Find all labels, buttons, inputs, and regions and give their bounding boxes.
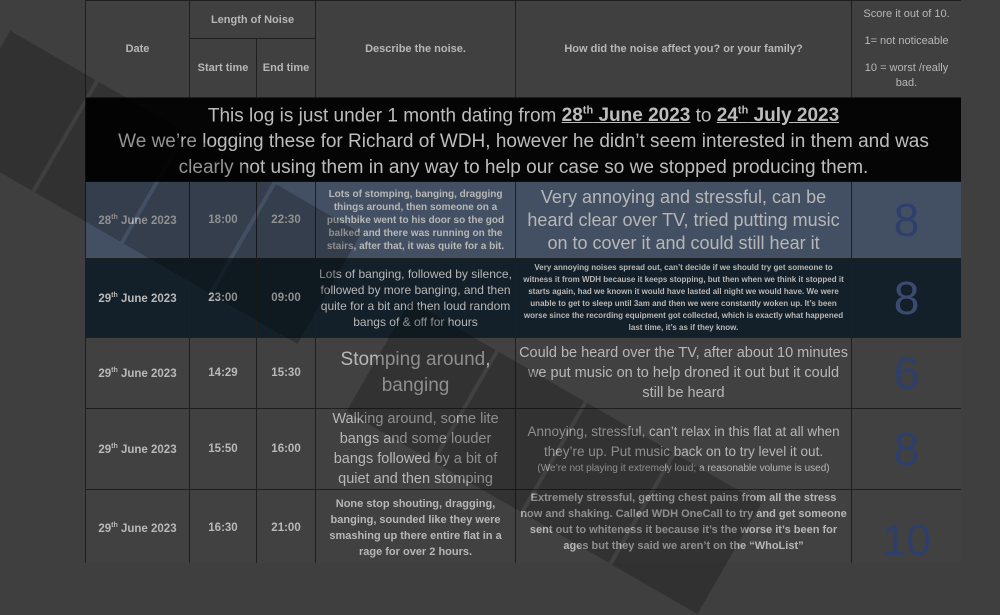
table-row: 29th June 2023 16:30 21:00 None stop sho… xyxy=(85,489,961,563)
row-start: 14:29 xyxy=(189,337,257,410)
header-describe: Describe the noise. xyxy=(315,0,517,98)
row-start: 23:00 xyxy=(189,258,257,339)
row-end: 22:30 xyxy=(255,181,317,260)
row-start: 18:00 xyxy=(189,181,257,260)
table-row: 29th June 2023 14:29 15:30 Stomping arou… xyxy=(85,337,961,410)
row-end: 09:00 xyxy=(255,258,317,339)
row-noise: Stomping around, banging xyxy=(315,337,517,410)
row-date: 29th June 2023 xyxy=(85,258,190,339)
row-date: 29th June 2023 xyxy=(85,337,190,410)
table-row: 29th June 2023 23:00 09:00 Lots of bangi… xyxy=(85,258,961,339)
banner-to: to xyxy=(690,105,717,127)
header-date: Date xyxy=(85,0,190,98)
banner-start-day: 28 xyxy=(561,105,583,127)
header-length-of-noise: Length of Noise xyxy=(188,0,317,39)
row-date: 29th June 2023 xyxy=(85,408,190,491)
banner: This log is just under 1 month dating fr… xyxy=(85,96,961,183)
banner-end-day: 24 xyxy=(716,105,738,127)
row-effect: Very annoying noises spread out, can’t d… xyxy=(515,258,853,339)
table-row: 28th June 2023 18:00 22:30 Lots of stomp… xyxy=(85,181,961,260)
row-score: 8 xyxy=(851,181,961,260)
banner-start-date: 28th June 2023 xyxy=(562,105,691,126)
banner-start-suffix: th xyxy=(582,105,594,117)
row-noise: Lots of stomping, banging, dragging thin… xyxy=(315,181,517,260)
row-effect: Annoying, stressful, can’t relax in this… xyxy=(515,408,853,491)
row-date: 28th June 2023 xyxy=(85,181,190,260)
row-score: 10 xyxy=(851,489,961,563)
header-start-time: Start time xyxy=(189,38,257,98)
banner-end-date: 24th July 2023 xyxy=(717,105,839,126)
banner-start-rest: June 2023 xyxy=(593,105,691,127)
row-effect: Extremely stressful, getting chest pains… xyxy=(515,489,853,563)
row-noise: Walking around, some lite bangs and some… xyxy=(315,408,517,491)
banner-line2: We we’re logging these for Richard of WD… xyxy=(118,131,929,179)
row-end: 15:30 xyxy=(255,337,317,410)
row-effect-note: (We’re not playing it extremely loud; a … xyxy=(537,463,830,475)
banner-end-rest: July 2023 xyxy=(748,105,840,127)
score-min: 1= not noticeable xyxy=(864,35,949,47)
header-score: Score it out of 10. 1= not noticeable 10… xyxy=(851,0,961,98)
row-score: 6 xyxy=(851,337,961,410)
row-noise: None stop shouting, dragging, banging, s… xyxy=(315,489,517,563)
row-effect: Very annoying and stressful, can be hear… xyxy=(515,181,853,260)
row-start: 15:50 xyxy=(189,408,257,491)
row-noise: Lots of banging, followed by silence, fo… xyxy=(315,258,517,339)
noise-log-table: Date Length of Noise Describe the noise.… xyxy=(85,0,961,563)
row-start: 16:30 xyxy=(189,489,257,563)
row-score: 8 xyxy=(851,408,961,491)
banner-line1: This log is just under 1 month dating fr… xyxy=(89,99,958,130)
row-score: 8 xyxy=(851,258,961,339)
row-effect-text: Annoying, stressful, can’t relax in this… xyxy=(527,424,840,460)
banner-prefix: This log is just under 1 month dating fr… xyxy=(207,105,562,127)
header-affect: How did the noise affect you? or your fa… xyxy=(515,0,853,98)
row-end: 21:00 xyxy=(255,489,317,563)
table-row: 29th June 2023 15:50 16:00 Walking aroun… xyxy=(85,408,961,491)
noise-log-document: Date Length of Noise Describe the noise.… xyxy=(85,0,961,563)
banner-end-suffix: th xyxy=(737,105,749,117)
row-end: 16:00 xyxy=(255,408,317,491)
header-end-time: End time xyxy=(255,38,317,98)
row-date: 29th June 2023 xyxy=(85,489,190,563)
score-title: Score it out of 10. xyxy=(863,8,950,20)
score-max: 10 = worst /really bad. xyxy=(864,62,949,89)
row-effect: Could be heard over the TV, after about … xyxy=(515,337,853,410)
